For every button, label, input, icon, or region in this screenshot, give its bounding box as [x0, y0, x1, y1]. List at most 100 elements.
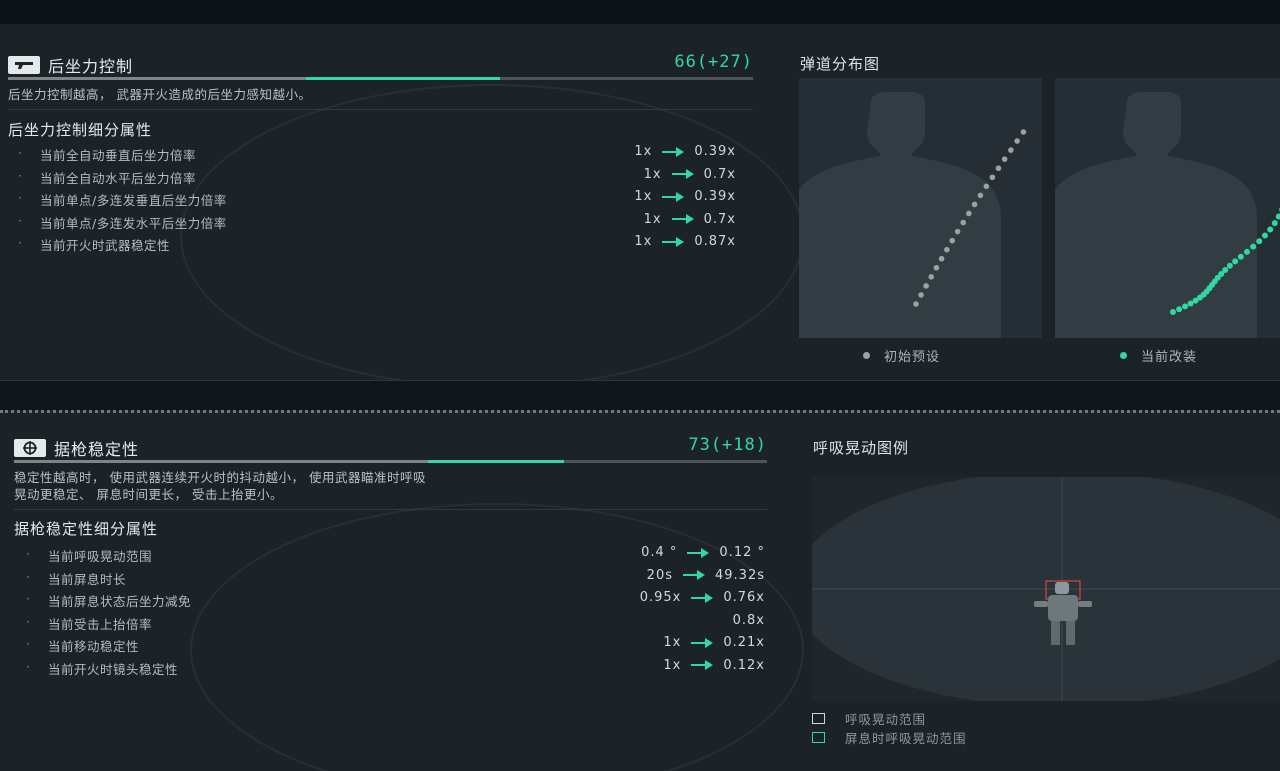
spray-dot — [1232, 258, 1239, 265]
sway-legend-hold: 屏息时呼吸晃动范围 — [812, 728, 967, 747]
arrow-right-icon — [662, 191, 685, 203]
value-from: 0.95x — [639, 590, 682, 605]
spray-dot — [989, 174, 996, 181]
bullet: · — [18, 190, 23, 205]
spray-dot — [1001, 156, 1008, 162]
bullet: · — [26, 658, 31, 674]
value-to: 0.12 ° — [719, 545, 765, 560]
legend-square-green — [812, 732, 825, 743]
attribute-label: 当前全自动水平后坐力倍率 — [40, 170, 197, 186]
value-from: 20s — [646, 567, 673, 583]
recoil-progress-gain — [306, 77, 500, 80]
attribute-values: 1x 0.87x — [634, 234, 736, 249]
value-to: 0.12x — [723, 657, 765, 673]
attribute-label: 当前移动稳定性 — [48, 639, 140, 654]
recoil-description: 后坐力控制越高， 武器开火造成的后坐力感知越小。 — [8, 87, 312, 102]
legend-dot-initial — [863, 352, 870, 359]
attribute-label: 当前屏息状态后坐力减免 — [48, 594, 192, 609]
stability-description-line1: 稳定性越高时， 使用武器连续开火时的抖动越小， 使用武器瞄准时呼吸 — [14, 470, 426, 485]
spray-dot — [1250, 243, 1257, 250]
stability-progress-bar — [14, 460, 767, 463]
attribute-row: · 当前全自动水平后坐力倍率 1x 0.7x — [18, 165, 736, 188]
target-silhouette-initial — [799, 92, 1027, 338]
bullet: · — [26, 613, 31, 629]
value-to: 0.7x — [703, 211, 736, 227]
bullet: · — [18, 235, 23, 250]
recoil-sub-title: 后坐力控制细分属性 — [8, 121, 153, 139]
recoil-score: 66(+27) — [674, 52, 753, 72]
stability-description-line2: 晃动更稳定、 屏息时间更长， 受击上抬更小。 — [14, 487, 283, 502]
stability-attribute-list: · 当前呼吸晃动范围 0.4 ° 0.12 ° · 当前屏息时长 20s 49.32s · 当… — [26, 543, 765, 678]
value-to: 0.76x — [723, 590, 765, 605]
attribute-label: 当前屏息时长 — [48, 571, 127, 587]
stability-score: 73(+18) — [688, 435, 767, 455]
attribute-row: · 当前开火时镜头稳定性 1x 0.12x — [26, 656, 765, 679]
section-divider — [0, 381, 1280, 412]
bullet: · — [26, 636, 31, 651]
spray-dot — [1237, 253, 1244, 260]
stability-sub-title: 据枪稳定性细分属性 — [14, 520, 159, 538]
spray-dot — [923, 283, 929, 289]
spray-target-initial — [799, 78, 1042, 338]
attribute-values: 0.8x — [733, 613, 765, 628]
spray-dot — [960, 219, 967, 226]
stability-description: 稳定性越高时， 使用武器连续开火时的抖动越小， 使用武器瞄准时呼吸 晃动更稳定、… — [14, 469, 426, 503]
legend-initial: 初始预设 — [863, 346, 940, 365]
spray-dot — [918, 292, 924, 298]
attribute-label: 当前全自动垂直后坐力倍率 — [40, 148, 197, 163]
bullet: · — [18, 212, 23, 228]
spray-dot — [1271, 220, 1278, 227]
arrow-right-icon — [662, 146, 685, 158]
stability-progress-base — [14, 460, 429, 463]
value-to: 0.87x — [694, 234, 736, 249]
spray-dot — [966, 210, 972, 217]
value-from: 1x — [634, 189, 653, 204]
spray-dot — [933, 264, 940, 271]
spray-dot — [1176, 306, 1183, 313]
spray-dot — [1226, 262, 1233, 269]
spray-dot — [1256, 238, 1263, 245]
value-to: 0.21x — [723, 635, 765, 650]
attribute-values: 20s 49.32s — [647, 568, 765, 583]
stability-progress-gain — [428, 460, 564, 463]
attribute-label: 当前呼吸晃动范围 — [48, 549, 153, 564]
legend-current: 当前改装 — [1120, 346, 1197, 365]
attribute-values: 1x 0.7x — [644, 167, 736, 182]
bullet: · — [18, 145, 23, 160]
arrow-right-icon — [691, 637, 714, 649]
spray-dot — [944, 246, 950, 253]
spray-dot — [938, 255, 945, 262]
legend-current-label: 当前改装 — [1141, 350, 1198, 365]
spray-dot — [1267, 226, 1274, 233]
attribute-values: 1x 0.12x — [663, 658, 765, 673]
recoil-panel: 后坐力控制 66(+27) 后坐力控制越高， 武器开火造成的后坐力感知越小。 后… — [0, 24, 1280, 381]
attribute-label: 当前受击上抬倍率 — [48, 616, 153, 632]
recoil-separator — [8, 109, 753, 110]
attribute-row: · 当前开火时武器稳定性 1x 0.87x — [18, 232, 736, 255]
value-to: 0.8x — [732, 612, 765, 628]
attribute-row: · 当前移动稳定性 1x 0.21x — [26, 633, 765, 656]
spray-dot — [1182, 303, 1189, 310]
sway-legend-range: 呼吸晃动范围 — [812, 709, 926, 728]
spray-target-current — [1055, 78, 1280, 338]
attribute-row: · 当前单点/多连发水平后坐力倍率 1x 0.7x — [18, 210, 736, 233]
arrow-right-icon — [671, 213, 694, 225]
attribute-row: · 当前屏息状态后坐力减免 0.95x 0.76x — [26, 588, 765, 611]
attribute-row: · 当前全自动垂直后坐力倍率 1x 0.39x — [18, 142, 736, 165]
bullet: · — [26, 591, 31, 606]
arrow-right-icon — [691, 659, 714, 671]
value-to: 0.39x — [694, 189, 736, 204]
stability-panel: 据枪稳定性 73(+18) 稳定性越高时， 使用武器连续开火时的抖动越小， 使用… — [0, 410, 1280, 771]
pistol-icon — [8, 56, 40, 74]
sway-preview — [812, 477, 1280, 701]
spray-dot — [1275, 213, 1280, 220]
value-from: 1x — [634, 144, 653, 159]
value-to: 0.7x — [703, 166, 736, 182]
stability-title: 据枪稳定性 — [54, 440, 140, 459]
value-to: 49.32s — [715, 567, 765, 583]
sway-legend-range-label: 呼吸晃动范围 — [845, 712, 927, 727]
bullet: · — [26, 546, 31, 561]
crosshair-icon — [14, 439, 46, 457]
spray-dot — [1008, 147, 1014, 153]
spray-dot — [913, 301, 919, 307]
